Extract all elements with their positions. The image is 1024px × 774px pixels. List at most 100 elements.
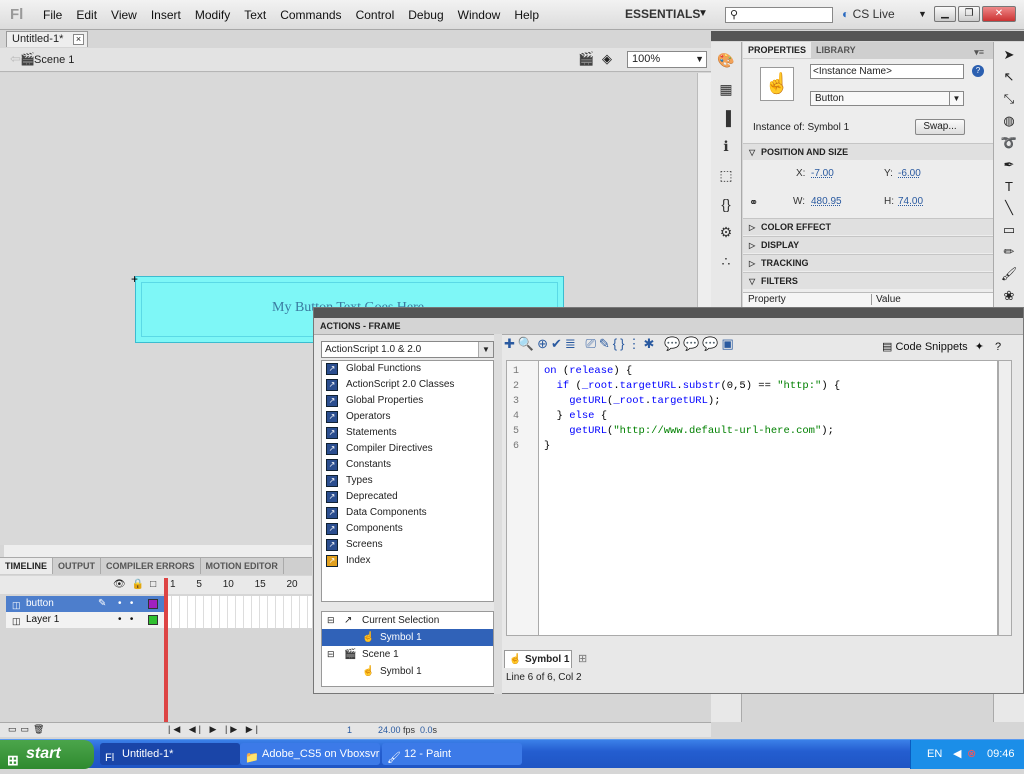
script-tab-symbol-1[interactable]: ☝ Symbol 1 <box>504 650 572 668</box>
menu-debug[interactable]: Debug <box>401 8 450 22</box>
panel-menu-icon[interactable]: ▾≡ <box>969 44 989 61</box>
clock[interactable]: 09:46 <box>987 740 1015 769</box>
taskbar-item-flash[interactable]: Fl Untitled-1* <box>100 743 240 765</box>
edit-scene-icon[interactable]: 🎬 <box>578 51 594 67</box>
toolbox-item[interactable]: ↗ Global Properties <box>322 393 493 409</box>
script-editor[interactable]: on (release) { if (_root.targetURL.subst… <box>538 360 998 636</box>
nav-symbol-1-selected[interactable]: ☝ Symbol 1 <box>322 629 493 646</box>
section-display[interactable]: ▷ DISPLAY <box>743 236 993 253</box>
menu-help[interactable]: Help <box>507 8 546 22</box>
link-icon[interactable]: ⚭ <box>749 196 758 209</box>
menu-insert[interactable]: Insert <box>144 8 188 22</box>
collapse-icon[interactable]: ⊟ <box>327 646 335 663</box>
chevron-down-icon[interactable]: ▼ <box>695 52 704 67</box>
add-statement-icon[interactable]: ✚ <box>504 336 518 351</box>
brush-tool-icon[interactable]: 🖌 <box>994 266 1024 282</box>
section-tracking[interactable]: ▷ TRACKING <box>743 254 993 271</box>
help-search-input[interactable]: ⚲ <box>725 7 833 23</box>
menu-view[interactable]: View <box>104 8 144 22</box>
h-value[interactable]: 74.00 <box>898 196 923 207</box>
playhead[interactable] <box>164 578 168 722</box>
taskbar-item-folder[interactable]: 📁 Adobe_CS5 on Vboxsvr <box>240 743 380 765</box>
3d-rotation-tool-icon[interactable]: ◍ <box>994 113 1024 129</box>
toolbox-item[interactable]: ↗ Statements <box>322 425 493 441</box>
document-tab[interactable]: Untitled-1* × <box>6 31 88 47</box>
chevron-down-icon[interactable]: ▼ <box>949 92 963 105</box>
code-vertical-scrollbar[interactable] <box>998 360 1012 636</box>
pin-script-icon[interactable]: ⊞ <box>578 652 587 665</box>
toolbox-item[interactable]: ↗ Global Functions <box>322 361 493 377</box>
pen-tool-icon[interactable]: ✒ <box>994 157 1024 173</box>
menu-commands[interactable]: Commands <box>273 8 348 22</box>
menu-window[interactable]: Window <box>451 8 508 22</box>
timeline-frames[interactable] <box>164 596 312 628</box>
layer-toggle-icons[interactable]: 👁🔒□ <box>113 579 162 590</box>
security-alert-icon[interactable]: ⊗ <box>967 740 976 769</box>
free-transform-tool-icon[interactable]: ⤡ <box>994 91 1024 107</box>
section-position-size[interactable]: ▽ POSITION AND SIZE <box>743 143 993 160</box>
rectangle-tool-icon[interactable]: ▭ <box>994 222 1024 238</box>
close-button[interactable]: ✕ <box>982 6 1016 22</box>
w-value[interactable]: 480.95 <box>811 196 842 207</box>
layer-visibility-dots[interactable]: • • <box>118 596 133 612</box>
tab-properties[interactable]: PROPERTIES <box>743 42 812 58</box>
swap-button[interactable]: Swap... <box>915 119 965 135</box>
actions-panel-drag-bar[interactable] <box>314 308 1023 318</box>
help-icon[interactable]: ? <box>995 341 1001 353</box>
components-icon[interactable]: ⚙ <box>711 224 741 241</box>
toolbox-item[interactable]: ↗ Compiler Directives <box>322 441 493 457</box>
section-color-effect[interactable]: ▷ COLOR EFFECT <box>743 218 993 235</box>
auto-format-icon[interactable]: ≣ <box>565 336 579 351</box>
network-icon[interactable]: ◀ <box>953 740 961 769</box>
taskbar-item-paint[interactable]: 🖌 12 - Paint <box>382 743 522 765</box>
toolbox-item[interactable]: ↗ Operators <box>322 409 493 425</box>
frame-rate[interactable]: 24.00 fps <box>378 725 415 735</box>
toolbox-item[interactable]: ↗ Screens <box>322 537 493 553</box>
wand-icon[interactable]: ✦ <box>975 341 984 353</box>
menu-control[interactable]: Control <box>349 8 402 22</box>
toolbox-item[interactable]: ↗ Constants <box>322 457 493 473</box>
chevron-down-icon[interactable]: ▼ <box>918 9 927 19</box>
instance-name-input[interactable]: <Instance Name> <box>810 64 964 79</box>
layer-buttons[interactable]: ▭▭🗑 <box>8 724 48 735</box>
stage-horizontal-scrollbar[interactable] <box>4 545 312 557</box>
playback-controls[interactable]: |◀ ◀| ▶ |▶ ▶| <box>168 724 261 735</box>
maximize-button[interactable]: ❐ <box>958 6 980 22</box>
cs-live-button[interactable]: ◐ CS Live <box>842 7 895 21</box>
swatches-icon[interactable]: ▦ <box>711 81 741 98</box>
code-icon[interactable]: {} <box>711 196 741 212</box>
layer-layer-1[interactable]: ◫ Layer 1 • • <box>6 612 164 628</box>
block-comment-icon[interactable]: 💬 <box>664 336 683 351</box>
frame-ruler[interactable]: 1 5 10 15 20 <box>170 579 298 590</box>
x-value[interactable]: -7.00 <box>811 168 834 179</box>
info-icon[interactable]: ℹ <box>711 138 741 155</box>
layer-button[interactable]: ◫ button ✎ • • <box>6 596 164 612</box>
menu-modify[interactable]: Modify <box>188 8 237 22</box>
motion-presets-icon[interactable]: ∴ <box>711 253 741 270</box>
scene-breadcrumb[interactable]: Scene 1 <box>34 54 74 66</box>
collapse-selection-icon[interactable]: ⋮ <box>627 336 643 351</box>
nav-scene-1[interactable]: ⊟ 🎬 Scene 1 <box>322 646 493 663</box>
y-value[interactable]: -6.00 <box>898 168 921 179</box>
line-tool-icon[interactable]: ╲ <box>994 200 1024 216</box>
toolbox-item[interactable]: ↗ ActionScript 2.0 Classes <box>322 377 493 393</box>
tab-library[interactable]: LIBRARY <box>811 42 861 58</box>
toolbox-toggle-icon[interactable]: ▣ <box>722 336 737 351</box>
line-comment-icon[interactable]: 💬 <box>683 336 702 351</box>
layer-color-box[interactable] <box>148 615 158 625</box>
symbol-type-select[interactable]: Button ▼ <box>810 91 964 106</box>
menu-text[interactable]: Text <box>237 8 273 22</box>
toolbox-item[interactable]: ↗ Index <box>322 553 493 569</box>
remove-comment-icon[interactable]: 💬 <box>702 336 721 351</box>
align-icon[interactable]: ▐ <box>711 110 741 126</box>
collapse-icon[interactable]: ⊟ <box>327 612 335 629</box>
selection-tool-icon[interactable]: ➤ <box>994 47 1024 63</box>
code-snippets-button[interactable]: ▤ Code Snippets ✦ ? <box>882 340 1001 353</box>
toolbox-item[interactable]: ↗ Components <box>322 521 493 537</box>
text-tool-icon[interactable]: T <box>994 179 1024 194</box>
section-filters[interactable]: ▽ FILTERS <box>743 272 993 289</box>
toolbox-item[interactable]: ↗ Data Components <box>322 505 493 521</box>
menu-edit[interactable]: Edit <box>69 8 104 22</box>
color-icon[interactable]: 🎨 <box>711 52 741 69</box>
help-icon[interactable]: ? <box>972 65 984 77</box>
